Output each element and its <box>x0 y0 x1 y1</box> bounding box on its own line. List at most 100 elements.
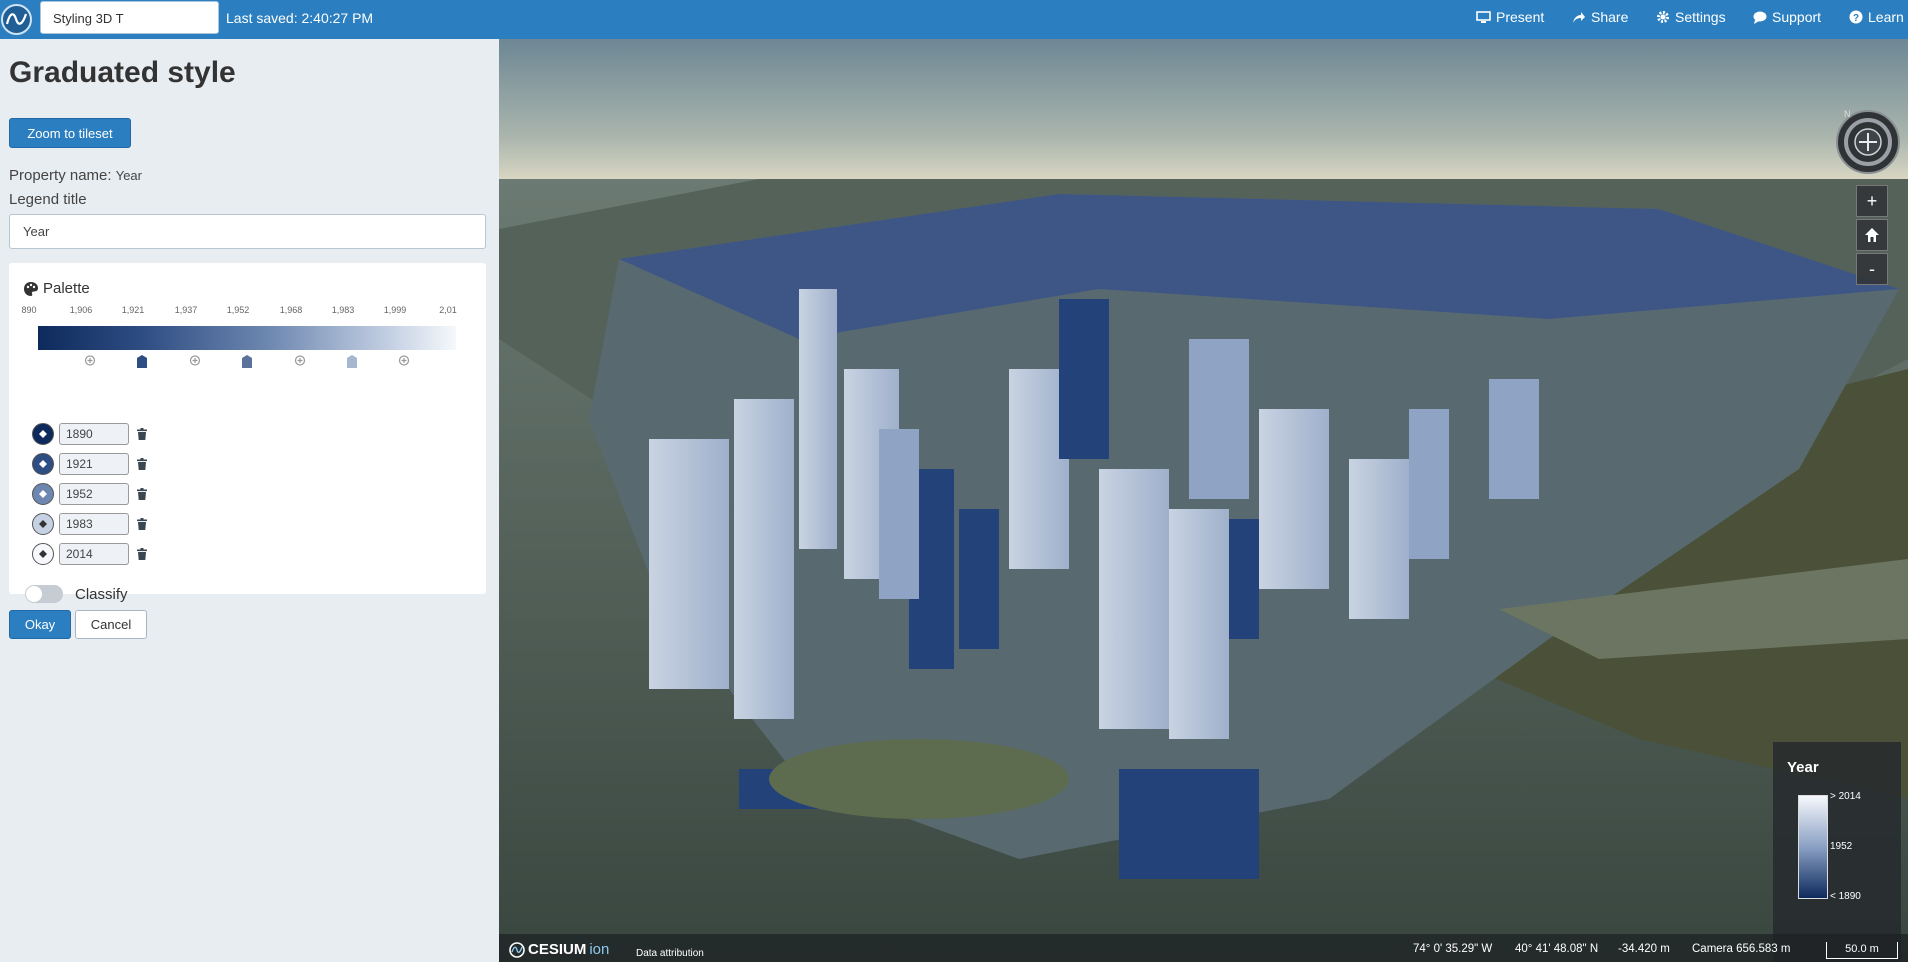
property-name-value: Year <box>115 168 142 183</box>
question-icon: ? <box>1849 10 1863 24</box>
home-view-button[interactable] <box>1856 219 1888 251</box>
zoom-to-tileset-button[interactable]: Zoom to tileset <box>9 118 131 148</box>
color-stop-row: 1952 <box>32 482 147 506</box>
share-icon <box>1573 11 1585 23</box>
stop-value-input[interactable]: 2014 <box>59 543 129 565</box>
zoom-out-button[interactable]: - <box>1856 253 1888 285</box>
camera-height-readout: Camera 656.583 m <box>1692 943 1791 955</box>
palette-header: Palette <box>23 280 90 297</box>
palette-tick: 1,906 <box>69 305 93 315</box>
stop-value-input[interactable]: 1890 <box>59 423 129 445</box>
palette-tick: 1,968 <box>279 305 303 315</box>
palette-tick: 1,937 <box>174 305 198 315</box>
paint-bucket-icon[interactable] <box>32 483 54 505</box>
scale-bar: 50.0 m <box>1826 942 1898 959</box>
present-button[interactable]: Present <box>1476 9 1544 25</box>
home-icon <box>1865 228 1879 242</box>
palette-tick: 890 <box>21 305 37 315</box>
share-button[interactable]: Share <box>1572 9 1628 25</box>
property-name: Property name: Year <box>9 167 142 184</box>
viewer-status-bar: CESIUM ion Data attribution 74° 0' 35.29… <box>499 934 1908 962</box>
legend-mid-label: 1952 <box>1830 841 1853 852</box>
add-stop-icon[interactable] <box>398 355 410 366</box>
color-stop-row: 1921 <box>32 452 147 476</box>
settings-label: Settings <box>1675 9 1726 25</box>
add-stop-icon[interactable] <box>189 355 201 366</box>
compass-icon[interactable]: N <box>1835 109 1901 175</box>
paint-bucket-icon[interactable] <box>32 513 54 535</box>
color-stop-row: 1983 <box>32 512 147 536</box>
latitude-readout: 40° 41' 48.08" N <box>1515 943 1599 955</box>
3d-viewer[interactable]: N + - Year > 2014 1952 < 1890 CESIUM ion… <box>499 39 1908 962</box>
cancel-button[interactable]: Cancel <box>75 610 147 639</box>
legend-title-label: Legend title <box>9 191 87 208</box>
style-panel: Graduated style Zoom to tileset Property… <box>0 39 499 962</box>
palette-tick-axis: 890 1,906 1,921 1,937 1,952 1,968 1,983 … <box>21 305 469 319</box>
gear-icon <box>1657 11 1669 23</box>
legend-min-label: < 1890 <box>1830 891 1861 902</box>
palette-tick: 2,01 <box>439 305 457 315</box>
paint-bucket-icon[interactable] <box>32 423 54 445</box>
color-stop-row: 1890 <box>32 422 147 446</box>
legend-color-bar <box>1798 795 1828 899</box>
stop-value-input[interactable]: 1952 <box>59 483 129 505</box>
ramp-markers <box>38 355 456 369</box>
share-label: Share <box>1591 9 1629 25</box>
cesium-logo-icon <box>509 941 525 958</box>
add-stop-icon[interactable] <box>294 355 306 366</box>
trash-icon[interactable] <box>137 518 147 530</box>
panel-heading: Graduated style <box>9 56 236 89</box>
color-ramp[interactable] <box>38 326 456 350</box>
palette-tick: 1,921 <box>121 305 145 315</box>
paint-bucket-icon[interactable] <box>32 453 54 475</box>
support-label: Support <box>1772 9 1822 25</box>
legend-max-label: > 2014 <box>1830 791 1861 802</box>
classify-label: Classify <box>75 585 128 603</box>
present-label: Present <box>1496 9 1545 25</box>
add-stop-icon[interactable] <box>84 355 96 366</box>
palette-title: Palette <box>43 280 90 297</box>
learn-label: Learn <box>1868 9 1904 25</box>
year-legend: Year > 2014 1952 < 1890 <box>1773 742 1901 962</box>
ion-word: ion <box>589 941 610 958</box>
learn-button[interactable]: ? Learn <box>1849 9 1904 25</box>
okay-button[interactable]: Okay <box>9 610 71 639</box>
stop-value-input[interactable]: 1983 <box>59 513 129 535</box>
app-logo-icon[interactable] <box>1 4 32 35</box>
property-name-label: Property name: <box>9 167 112 184</box>
stop-handle-icon[interactable] <box>347 355 357 368</box>
cesium-ion-logo[interactable]: CESIUM ion <box>509 941 609 958</box>
settings-button[interactable]: Settings <box>1656 9 1726 25</box>
document-title-input[interactable]: Styling 3D T <box>40 1 219 34</box>
color-stop-row: 2014 <box>32 542 147 566</box>
palette-icon <box>24 281 38 296</box>
trash-icon[interactable] <box>137 488 147 500</box>
palette-tick: 1,999 <box>383 305 407 315</box>
elevation-readout: -34.420 m <box>1618 943 1670 955</box>
palette-card: Palette 890 1,906 1,921 1,937 1,952 1,96… <box>9 263 486 603</box>
classify-row: Classify <box>25 585 128 603</box>
legend-title-input[interactable]: Year <box>9 214 486 249</box>
data-attribution-link[interactable]: Data attribution <box>636 948 704 959</box>
top-bar: Styling 3D T Last saved: 2:40:27 PM Pres… <box>0 0 1908 39</box>
stop-value-input[interactable]: 1921 <box>59 453 129 475</box>
longitude-readout: 74° 0' 35.29" W <box>1413 943 1493 955</box>
paint-bucket-icon[interactable] <box>32 543 54 565</box>
palette-tick: 1,952 <box>226 305 250 315</box>
support-button[interactable]: Support <box>1753 9 1821 25</box>
cesium-word: CESIUM <box>528 941 587 958</box>
svg-text:?: ? <box>1853 13 1859 24</box>
trash-icon[interactable] <box>137 548 147 560</box>
chat-icon <box>1753 11 1767 24</box>
compass-north-label: N <box>1844 109 1851 119</box>
city-scene-image <box>499 39 1908 962</box>
zoom-in-button[interactable]: + <box>1856 185 1888 217</box>
stop-handle-icon[interactable] <box>242 355 252 368</box>
palette-tick: 1,983 <box>331 305 355 315</box>
classify-toggle[interactable] <box>25 585 63 603</box>
stop-handle-icon[interactable] <box>137 355 147 368</box>
trash-icon[interactable] <box>137 458 147 470</box>
trash-icon[interactable] <box>137 428 147 440</box>
last-saved-status: Last saved: 2:40:27 PM <box>226 10 374 26</box>
legend-title: Year <box>1787 759 1819 776</box>
